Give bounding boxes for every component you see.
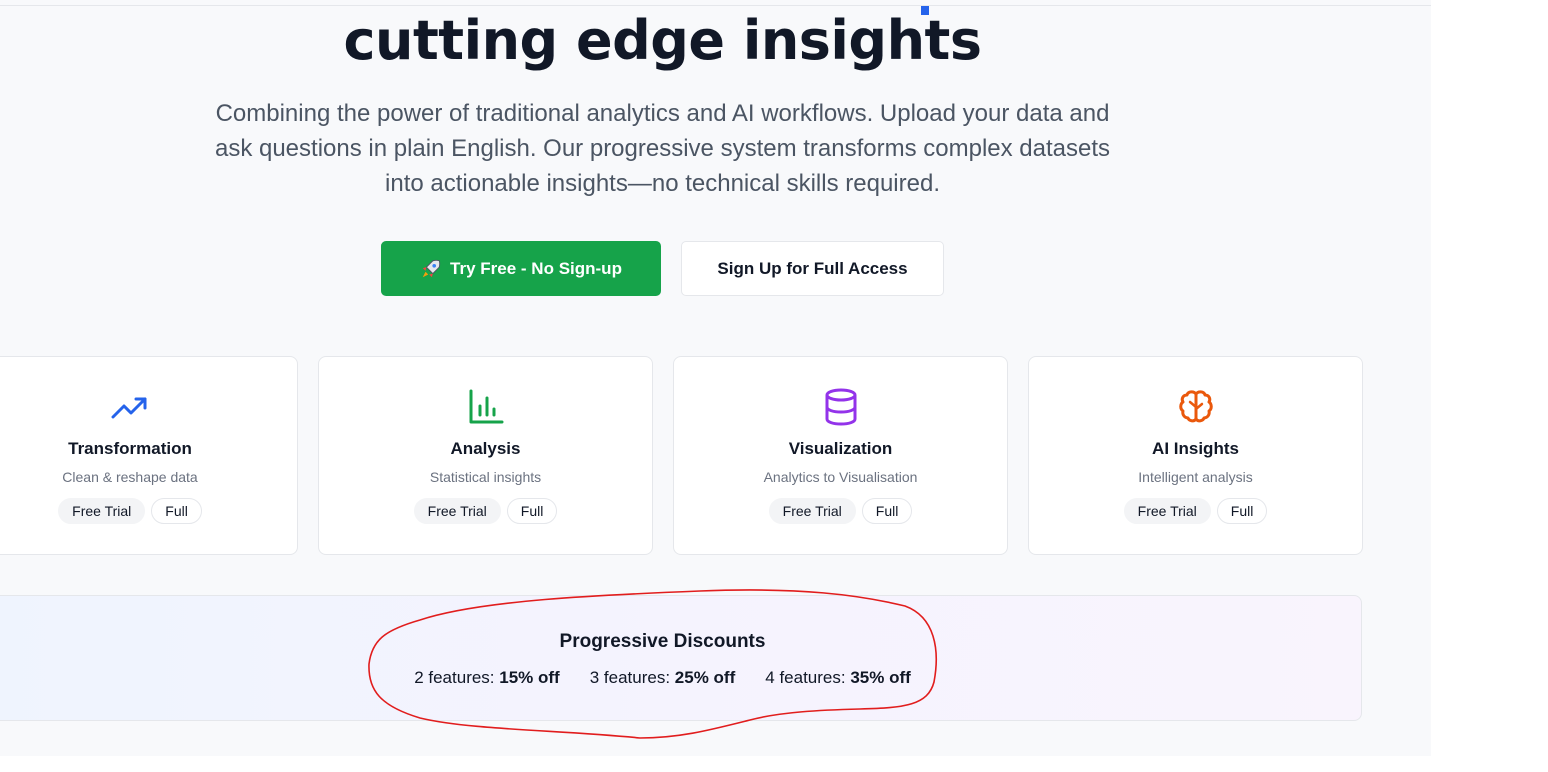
tier-value: 35% off (850, 668, 911, 687)
free-trial-chip: Free Trial (413, 498, 501, 524)
discount-tiers: 2 features: 15% off 3 features: 25% off … (0, 668, 1325, 688)
hero-subtitle-line: Combining the power of traditional analy… (215, 100, 1110, 127)
feature-description: Clean & reshape data (62, 469, 198, 485)
feature-card-ai-insights[interactable]: AI Insights Intelligent analysis Free Tr… (1028, 356, 1363, 555)
feature-card-visualization[interactable]: Visualization Analytics to Visualisation… (673, 356, 1008, 555)
database-icon (825, 388, 856, 426)
feature-description: Intelligent analysis (1138, 469, 1253, 485)
feature-card-analysis[interactable]: Analysis Statistical insights Free Trial… (318, 356, 653, 555)
sign-up-label: Sign Up for Full Access (717, 258, 908, 278)
discount-tier: 2 features: 15% off (414, 668, 560, 688)
free-trial-chip: Free Trial (58, 498, 146, 524)
plan-chips: Free Trial Full (1029, 498, 1362, 524)
tier-label: 2 features: (414, 668, 495, 687)
free-trial-chip: Free Trial (1123, 498, 1211, 524)
full-chip: Full (861, 498, 913, 524)
feature-title: Visualization (788, 439, 893, 458)
feature-title: Analysis (450, 439, 521, 458)
tier-label: 4 features: (765, 668, 846, 687)
rocket-icon (420, 258, 442, 280)
free-trial-chip: Free Trial (768, 498, 856, 524)
feature-title: Transformation (68, 439, 192, 458)
full-chip: Full (506, 498, 558, 524)
discount-tier: 4 features: 35% off (765, 668, 911, 688)
discount-tier: 3 features: 25% off (590, 668, 736, 688)
hero-subtitle: Combining the power of traditional analy… (190, 96, 1135, 201)
sign-up-button[interactable]: Sign Up for Full Access (681, 241, 944, 296)
try-free-label: Try Free - No Sign-up (450, 258, 622, 278)
hero-subtitle-line: into actionable insights—no technical sk… (385, 170, 940, 197)
tier-value: 15% off (499, 668, 560, 687)
plan-chips: Free Trial Full (674, 498, 1007, 524)
feature-title: AI Insights (1152, 439, 1239, 458)
try-free-button[interactable]: Try Free - No Sign-up (381, 241, 661, 296)
feature-description: Statistical insights (429, 469, 542, 485)
plan-chips: Free Trial Full (319, 498, 652, 524)
full-chip: Full (1216, 498, 1268, 524)
discount-title: Progressive Discounts (559, 631, 766, 652)
full-chip: Full (151, 498, 202, 524)
plan-chips: Free Trial Full (0, 498, 297, 524)
feature-description: Analytics to Visualisation (763, 469, 918, 485)
landing-page: cutting edge insights Combining the powe… (0, 0, 1431, 756)
tier-label: 3 features: (589, 668, 671, 687)
bar-chart-icon (469, 389, 503, 424)
discount-panel (0, 595, 1362, 721)
brain-icon (1178, 390, 1213, 423)
hero-title: cutting edge insights (343, 9, 982, 72)
hero-subtitle-line: ask questions in plain English. Our prog… (214, 135, 1111, 162)
tier-value: 25% off (674, 668, 736, 687)
feature-card-transformation[interactable]: Transformation Clean & reshape data Free… (0, 356, 298, 555)
trending-up-icon (111, 397, 147, 419)
